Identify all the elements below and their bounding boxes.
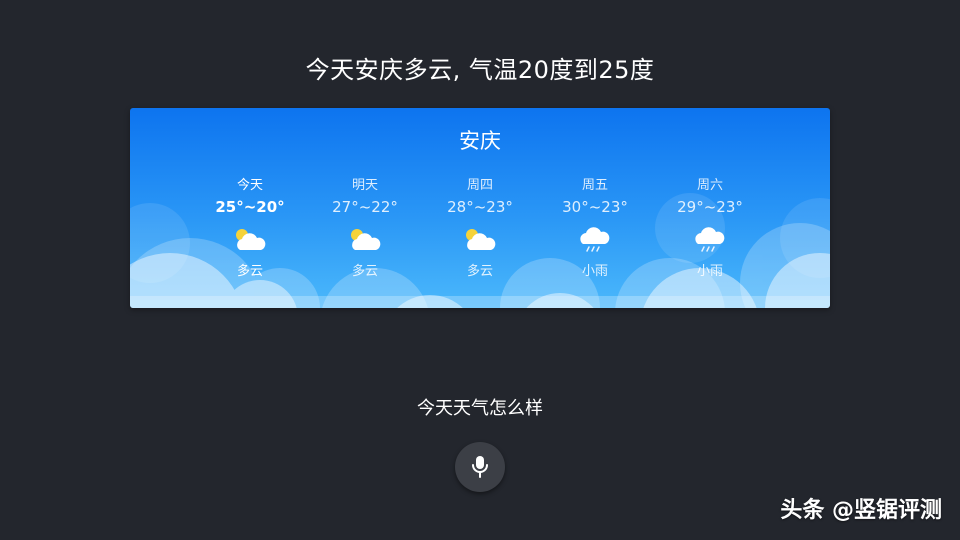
light-rain-icon [580,227,610,252]
forecast-condition: 小雨 [581,264,608,279]
weather-card[interactable]: 安庆 今天 25°~20° 多云 明天 27°~22° 多云 周四 28°~23… [130,108,830,308]
forecast-day-label: 明天 [351,178,378,193]
forecast-temp: 27°~22° [332,198,398,216]
assistant-response: 今天安庆多云, 气温20度到25度 [305,56,655,84]
forecast-day-label: 周六 [696,178,723,193]
light-rain-icon [695,227,725,252]
city-name: 安庆 [459,129,501,153]
user-query: 今天天气怎么样 [417,398,543,419]
partly-cloudy-icon [236,229,266,250]
forecast-day-tomorrow: 明天 27°~22° 多云 [315,174,415,279]
forecast-condition: 多云 [351,264,378,279]
watermark: 头条 @竖锯评测 [780,498,942,523]
forecast-temp: 25°~20° [215,198,285,216]
forecast-condition: 小雨 [696,264,723,279]
forecast-temp: 30°~23° [562,198,628,216]
forecast-day-label: 周五 [581,178,608,193]
forecast-condition: 多云 [236,264,263,279]
forecast-day-label: 今天 [236,178,263,193]
forecast-day-friday: 周五 30°~23° 小雨 [545,174,645,279]
partly-cloudy-icon [466,229,496,250]
microphone-button[interactable] [455,442,505,492]
forecast-condition: 多云 [466,264,493,279]
partly-cloudy-icon [351,229,381,250]
forecast-day-saturday: 周六 29°~23° 小雨 [660,174,760,279]
forecast-day-today: 今天 25°~20° 多云 [200,174,300,279]
forecast-day-thursday: 周四 28°~23° 多云 [430,174,530,279]
forecast-temp: 29°~23° [677,198,743,216]
forecast-day-label: 周四 [466,178,493,193]
microphone-icon [472,456,488,478]
forecast-temp: 28°~23° [447,198,513,216]
voice-assistant-screen: 今天安庆多云, 气温20度到25度 安庆 今天 25°~20° 多云 明天 27… [0,0,960,540]
